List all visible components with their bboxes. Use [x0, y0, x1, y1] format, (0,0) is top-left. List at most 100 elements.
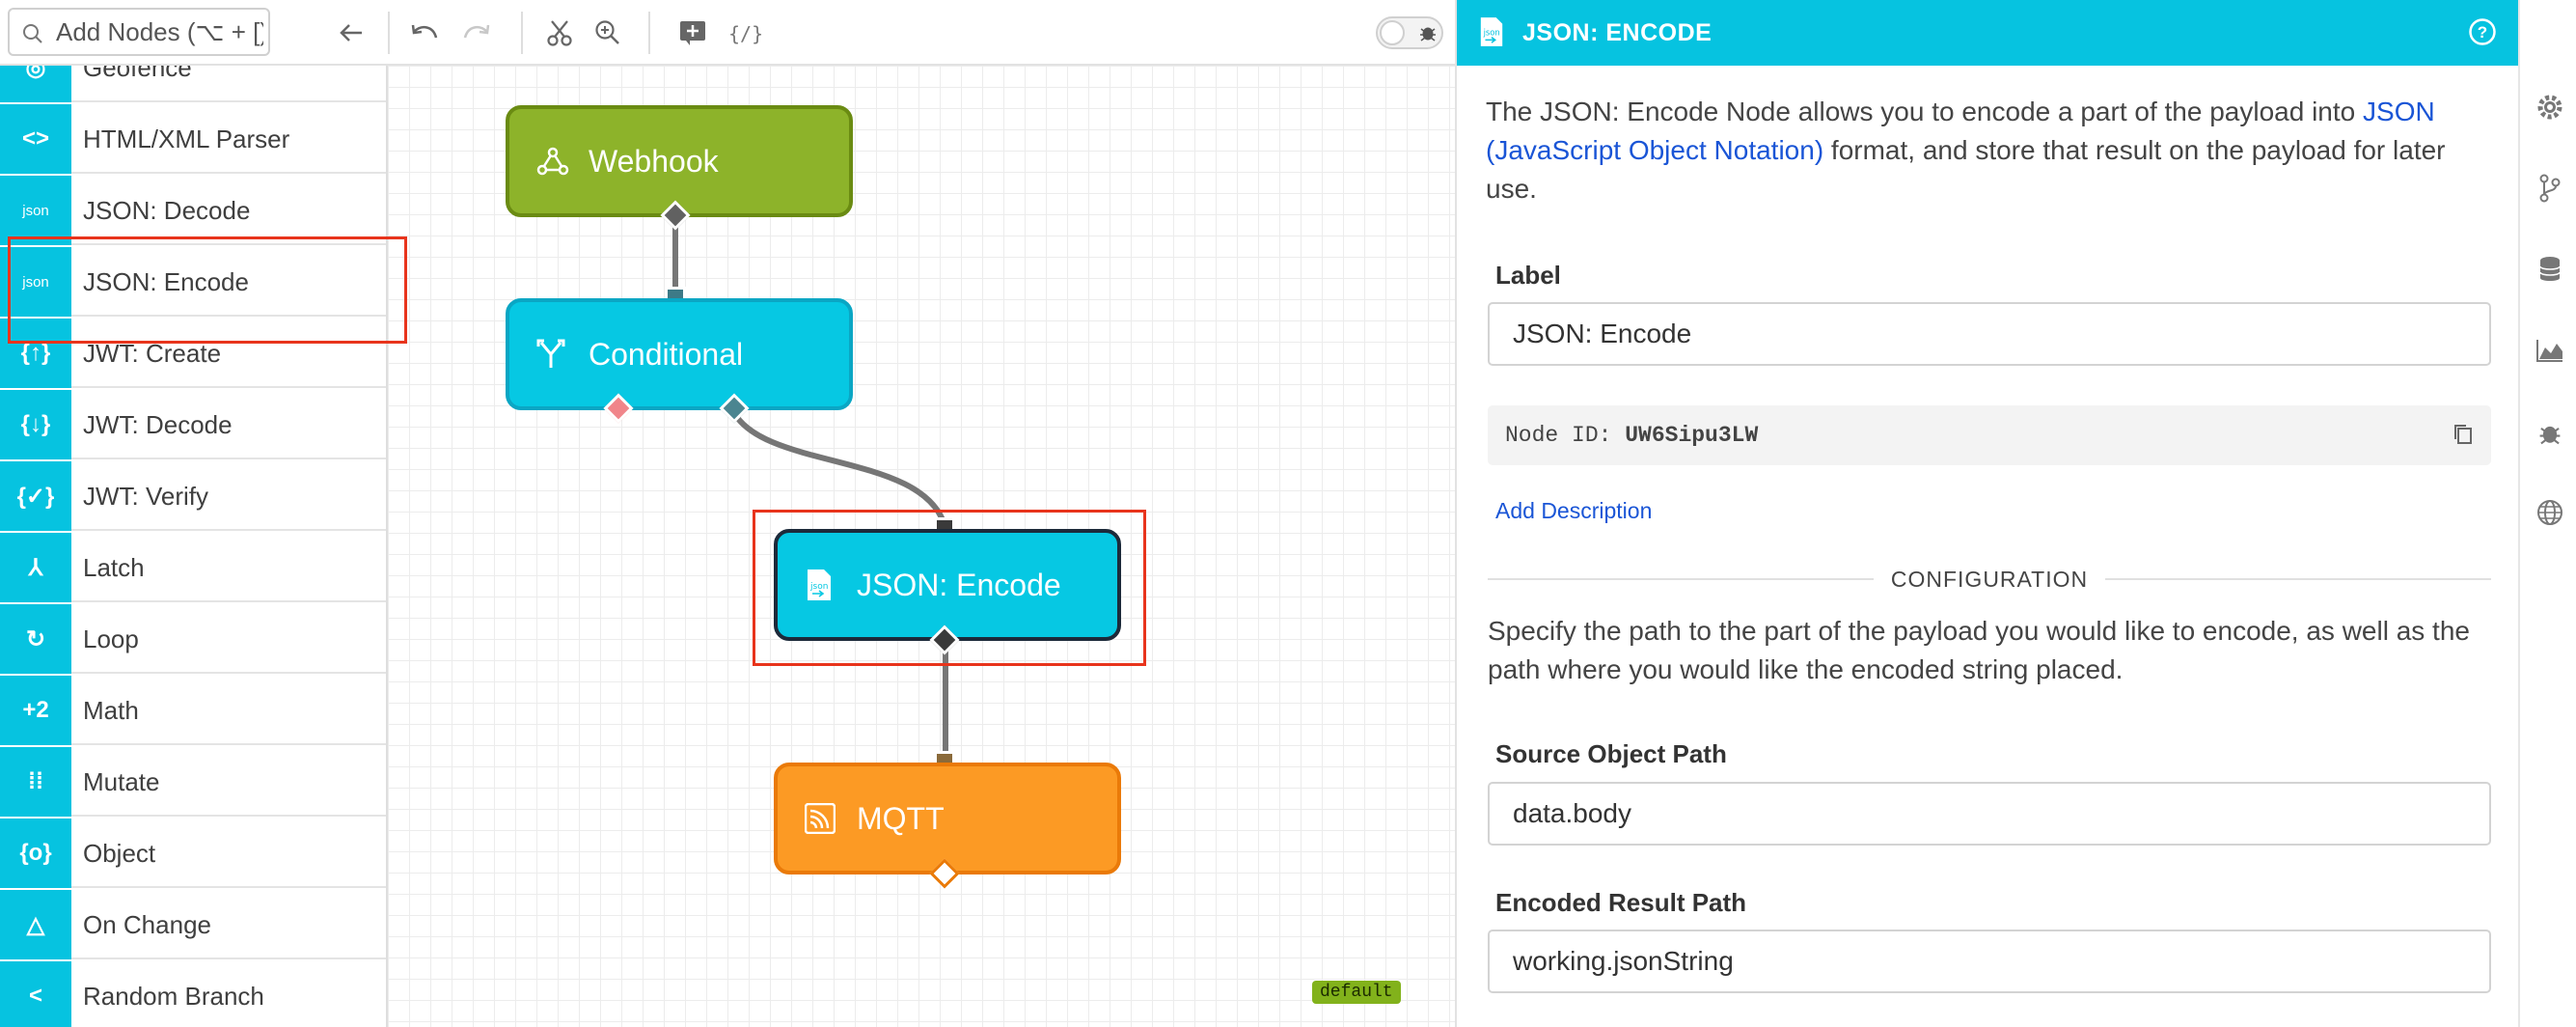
loop-icon: ↻ [0, 604, 71, 674]
help-icon[interactable]: ? [2468, 17, 2497, 51]
palette-item[interactable]: △ On Change [0, 890, 386, 959]
palette-item[interactable]: {↓} JWT: Decode [0, 390, 386, 459]
palette-item[interactable]: ↻ Loop [0, 604, 386, 674]
palette-item[interactable]: +2 Math [0, 676, 386, 745]
area-chart-icon[interactable] [2534, 334, 2566, 367]
palette-item[interactable]: ⁞⁞ Mutate [0, 747, 386, 817]
palette-item-label: Math [83, 696, 139, 725]
palette-item-label: On Change [83, 910, 211, 939]
source-path-input[interactable] [1488, 782, 2491, 846]
globe-icon[interactable] [2534, 496, 2566, 529]
node-webhook[interactable]: Webhook [506, 105, 853, 217]
zoom-in-icon[interactable] [589, 14, 627, 52]
debug-toggle[interactable] [1376, 16, 1443, 49]
node-mqtt[interactable]: MQTT [774, 763, 1121, 874]
node-label: Conditional [589, 336, 744, 372]
bug-icon [1418, 23, 1438, 47]
result-path-label: Encoded Result Path [1495, 888, 1747, 917]
node-palette: ◎ Geofence <> HTML/XML Parser json JSON: Deco… [0, 66, 388, 1027]
palette-item-label: Geofence [83, 66, 192, 82]
palette-item[interactable]: json JSON: Decode [0, 176, 386, 245]
result-path-input[interactable] [1488, 930, 2491, 993]
toolbar-divider [388, 12, 390, 54]
node-id-box: Node ID: UW6Sipu3LW [1488, 405, 2491, 465]
json-file-icon: json [1478, 15, 1505, 53]
svg-text:json: json [809, 582, 828, 592]
mutate-icon: ⁞⁞ [0, 747, 71, 817]
version-branch-icon[interactable] [2534, 172, 2566, 205]
palette-item[interactable]: ⅄ Latch [0, 533, 386, 602]
svg-text:?: ? [2478, 23, 2487, 42]
svg-text:{/}: {/} [728, 22, 761, 45]
node-label: MQTT [857, 800, 945, 836]
node-json-encode[interactable]: json JSON: Encode [774, 529, 1121, 641]
palette-item-label: JWT: Create [83, 339, 222, 368]
jwt-icon: {✓} [0, 461, 71, 531]
configuration-section-title: CONFIGURATION [1890, 567, 2089, 592]
node-label: JSON: Encode [857, 567, 1061, 602]
jwt-icon: {↑} [0, 319, 71, 388]
undo-icon[interactable] [405, 14, 444, 52]
code-brackets-icon: <> [0, 104, 71, 174]
gear-icon[interactable] [2534, 91, 2566, 124]
json-file-icon: json [805, 533, 834, 637]
search-icon [22, 23, 43, 49]
palette-item-label: Latch [83, 553, 145, 582]
latch-icon: ⅄ [0, 533, 71, 602]
add-nodes-search[interactable] [8, 8, 270, 56]
copy-icon[interactable] [2453, 423, 2474, 451]
math-icon: +2 [0, 676, 71, 745]
webhook-icon [536, 109, 569, 213]
palette-item-label: JWT: Decode [83, 410, 233, 439]
node-conditional[interactable]: Conditional [506, 298, 853, 410]
palette-item-label: Mutate [83, 767, 160, 796]
add-description-link[interactable]: Add Description [1495, 498, 1652, 524]
intro-text: The JSON: Encode Node allows you to enco… [1486, 97, 2446, 204]
workflow-canvas[interactable]: Webhook Conditional json JSON: Encode MQ… [388, 66, 1455, 1027]
palette-item-label: JWT: Verify [83, 482, 209, 511]
node-properties-panel: json JSON: ENCODE ? The JSON: Encode Nod… [1455, 0, 2520, 1027]
database-icon[interactable] [2534, 253, 2566, 286]
variables-icon[interactable]: {/} [726, 14, 764, 52]
json-file-icon: json [0, 176, 71, 245]
back-arrow-icon[interactable] [332, 14, 370, 52]
add-node-icon[interactable] [673, 14, 712, 52]
bug-icon[interactable] [2534, 417, 2566, 450]
node-label: Webhook [589, 143, 719, 179]
geofence-icon: ◎ [0, 66, 71, 102]
palette-item[interactable]: {✓} JWT: Verify [0, 461, 386, 531]
palette-item[interactable]: {o} Object [0, 819, 386, 888]
toolbar: {/} [0, 0, 1455, 66]
palette-item-label: Random Branch [83, 982, 264, 1011]
fork-icon [536, 302, 565, 406]
palette-item[interactable]: ◎ Geofence [0, 66, 386, 102]
cut-icon[interactable] [540, 14, 579, 52]
right-rail [2518, 0, 2576, 1027]
workflow-badge: default [1312, 981, 1401, 1004]
source-path-label: Source Object Path [1495, 739, 1727, 768]
divider [2105, 578, 2491, 580]
json-file-icon: json [0, 247, 71, 317]
palette-item[interactable]: {↑} JWT: Create [0, 319, 386, 388]
divider [1488, 578, 1874, 580]
wire-conditional-to-json-encode [730, 409, 948, 530]
panel-intro: The JSON: Encode Node allows you to enco… [1486, 93, 2493, 208]
label-input[interactable] [1488, 302, 2491, 366]
palette-item-label: JSON: Decode [83, 196, 251, 225]
palette-item-label: Object [83, 839, 156, 868]
share-icon: < [0, 961, 71, 1027]
jwt-icon: {↓} [0, 390, 71, 459]
palette-item[interactable]: <> HTML/XML Parser [0, 104, 386, 174]
toolbar-divider [521, 12, 523, 54]
palette-item[interactable]: json JSON: Encode [0, 247, 386, 317]
redo-icon[interactable] [457, 14, 496, 52]
panel-header: json JSON: ENCODE ? [1457, 0, 2520, 66]
palette-item-label: Loop [83, 625, 139, 653]
svg-text:json: json [1483, 28, 1500, 38]
object-icon: {o} [0, 819, 71, 888]
toolbar-divider [648, 12, 650, 54]
node-id-prefix: Node ID: [1505, 423, 1612, 448]
palette-item[interactable]: < Random Branch [0, 961, 386, 1027]
triangle-icon: △ [0, 890, 71, 959]
search-input[interactable] [56, 15, 263, 48]
